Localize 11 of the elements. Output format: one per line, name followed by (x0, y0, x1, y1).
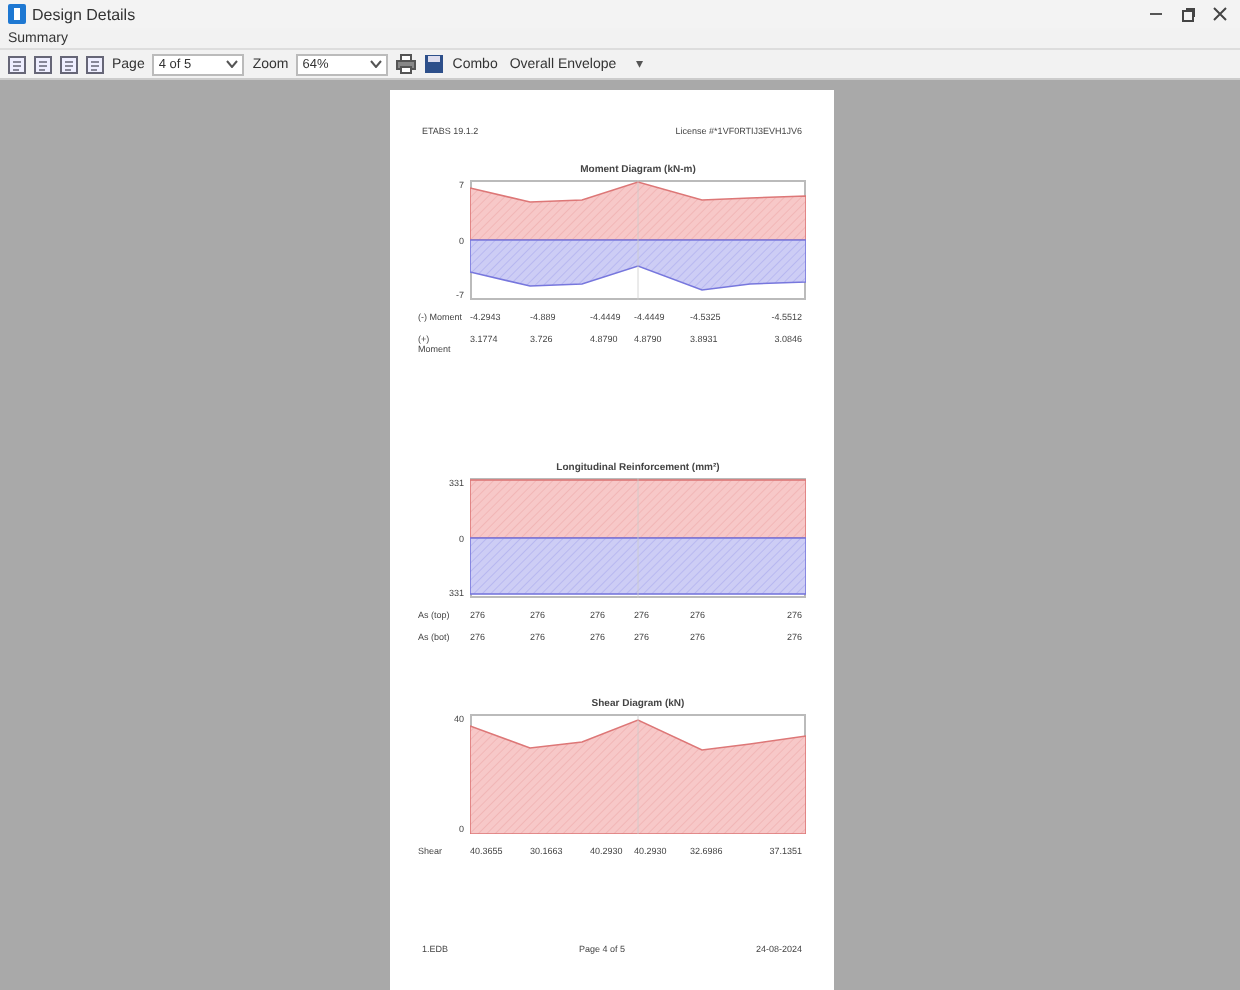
page-icon[interactable] (8, 55, 26, 73)
page-icon[interactable] (86, 55, 104, 73)
print-icon[interactable] (396, 54, 417, 74)
save-icon[interactable] (424, 54, 445, 74)
page-icon[interactable] (60, 55, 78, 73)
caret-icon (370, 60, 383, 68)
restore-icon[interactable] (1180, 6, 1196, 22)
close-icon[interactable] (1212, 6, 1228, 22)
page-icon[interactable] (34, 55, 52, 73)
window-title: Design Details (32, 5, 136, 23)
caret-icon (226, 60, 239, 68)
